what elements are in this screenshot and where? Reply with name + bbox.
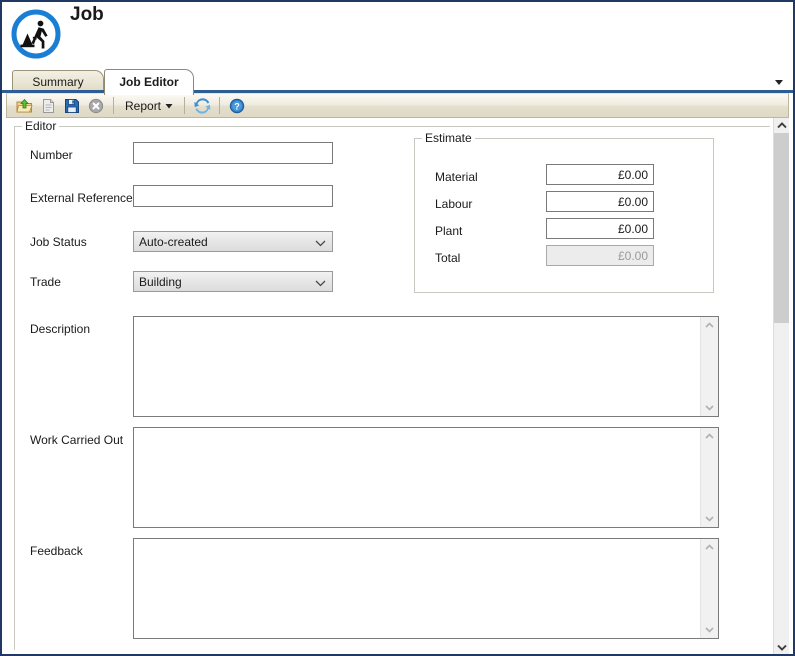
total-label: Total xyxy=(435,251,461,265)
estimate-group-label: Estimate xyxy=(422,131,475,145)
material-label: Material xyxy=(435,170,478,184)
labour-label: Labour xyxy=(435,197,473,211)
floppy-disk-icon[interactable] xyxy=(60,94,84,117)
material-input[interactable] xyxy=(546,164,654,185)
feedback-textarea-body[interactable] xyxy=(134,539,701,638)
roadworks-icon xyxy=(10,8,62,60)
toolbar-separator xyxy=(219,97,221,114)
chevron-up-icon[interactable] xyxy=(701,540,718,555)
help-icon[interactable]: ? xyxy=(225,94,249,117)
description-scrollbar[interactable] xyxy=(700,317,718,416)
job-status-select[interactable]: Auto-created xyxy=(133,231,333,252)
chevron-down-icon[interactable] xyxy=(774,639,789,654)
job-status-label: Job Status xyxy=(30,235,87,249)
chevron-down-icon xyxy=(165,99,173,113)
external-reference-label: External Reference xyxy=(30,191,133,205)
tab-job-editor[interactable]: Job Editor xyxy=(104,69,194,95)
toolbar: Report ? xyxy=(6,93,789,118)
work-carried-out-textarea-body[interactable] xyxy=(134,428,701,527)
feedback-scrollbar[interactable] xyxy=(700,539,718,638)
svg-text:?: ? xyxy=(234,101,240,111)
chevron-down-icon xyxy=(315,277,326,291)
window-header: Job xyxy=(2,2,793,66)
form-area: Editor Number External Reference Job Sta… xyxy=(6,118,774,654)
report-button-label: Report xyxy=(125,98,162,113)
panel-scrollbar-thumb[interactable] xyxy=(774,133,789,323)
estimate-group-box: Estimate xyxy=(414,131,714,293)
plant-input[interactable] xyxy=(546,218,654,239)
editor-group-label: Editor xyxy=(22,119,60,133)
description-label: Description xyxy=(30,322,91,336)
number-input[interactable] xyxy=(133,142,333,164)
chevron-down-icon[interactable] xyxy=(701,622,718,637)
trade-value: Building xyxy=(139,274,182,289)
toolbar-separator xyxy=(184,97,186,114)
work-carried-out-scrollbar[interactable] xyxy=(700,428,718,527)
work-carried-out-label: Work Carried Out xyxy=(30,433,124,447)
work-carried-out-textarea[interactable] xyxy=(133,427,719,528)
chevron-up-icon[interactable] xyxy=(701,429,718,444)
external-reference-input[interactable] xyxy=(133,185,333,207)
page-title: Job xyxy=(70,4,104,25)
chevron-down-icon xyxy=(315,237,326,251)
chevron-down-icon[interactable] xyxy=(701,511,718,526)
number-label: Number xyxy=(30,148,73,162)
report-button[interactable]: Report xyxy=(119,94,179,117)
refresh-icon[interactable] xyxy=(190,94,214,117)
new-document-icon[interactable] xyxy=(36,94,60,117)
editor-content-panel: Editor Number External Reference Job Sta… xyxy=(6,118,789,654)
job-editor-window: Job Summary Job Editor Report ? Editor N… xyxy=(0,0,795,656)
trade-select[interactable]: Building xyxy=(133,271,333,292)
toolbar-separator xyxy=(113,97,114,114)
description-textarea-body[interactable] xyxy=(134,317,701,416)
chevron-up-icon[interactable] xyxy=(701,318,718,333)
chevron-down-icon[interactable] xyxy=(701,400,718,415)
tab-job-editor-label: Job Editor xyxy=(119,75,179,89)
feedback-textarea[interactable] xyxy=(133,538,719,639)
tab-summary-label: Summary xyxy=(32,75,84,89)
job-status-value: Auto-created xyxy=(139,234,208,249)
cancel-circle-icon[interactable] xyxy=(84,94,108,117)
folder-up-arrow-icon[interactable] xyxy=(12,94,36,117)
feedback-label: Feedback xyxy=(30,544,83,558)
chevron-up-icon[interactable] xyxy=(774,118,789,133)
labour-input[interactable] xyxy=(546,191,654,212)
chevron-down-icon[interactable] xyxy=(771,74,787,90)
trade-label: Trade xyxy=(30,275,61,289)
description-textarea[interactable] xyxy=(133,316,719,417)
total-input xyxy=(546,245,654,266)
plant-label: Plant xyxy=(435,224,463,238)
panel-scrollbar[interactable] xyxy=(773,118,789,654)
